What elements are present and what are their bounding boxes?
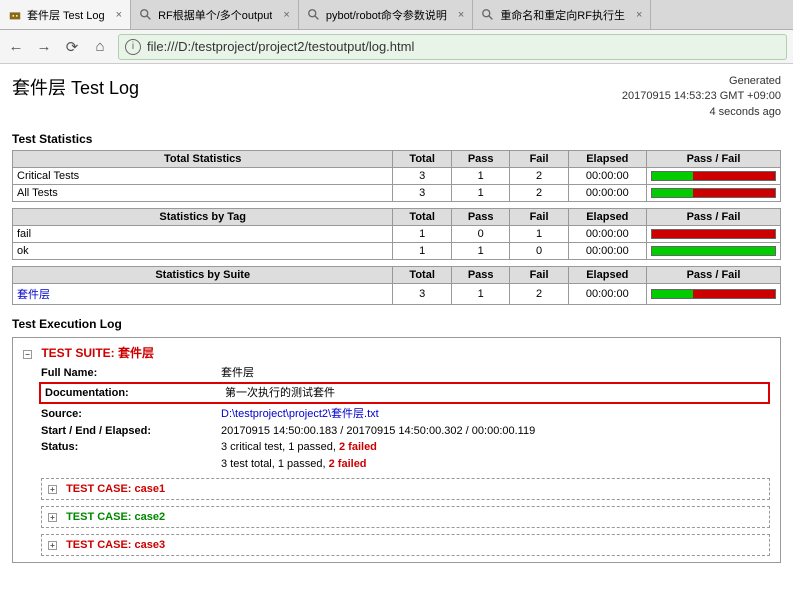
- url-bar[interactable]: i file:///D:/testproject/project2/testou…: [118, 34, 787, 60]
- documentation-highlight: Documentation: 第一次执行的测试套件: [39, 382, 770, 405]
- tag-statistics-table: Statistics by Tag Total Pass Fail Elapse…: [12, 208, 781, 260]
- test-suite-label: TEST SUITE:: [41, 346, 114, 360]
- info-icon[interactable]: i: [125, 39, 141, 55]
- browser-nav-bar: ← → ⟳ ⌂ i file:///D:/testproject/project…: [0, 30, 793, 64]
- browser-tab-strip: 套件层 Test Log × RF根据单个/多个output × pybot/r…: [0, 0, 793, 30]
- test-case-row[interactable]: + TEST CASE: case1: [41, 478, 770, 500]
- tab-title: RF根据单个/多个output: [158, 7, 272, 23]
- close-icon[interactable]: ×: [116, 9, 122, 21]
- tab-title: pybot/robot命令参数说明: [326, 7, 447, 23]
- collapse-icon[interactable]: −: [23, 350, 32, 359]
- browser-tab[interactable]: pybot/robot命令参数说明 ×: [299, 0, 473, 29]
- source-label: Source:: [41, 406, 221, 423]
- fullname-label: Full Name:: [41, 365, 221, 382]
- magnifier-icon: [139, 8, 153, 22]
- times-value: 20170915 14:50:00.183 / 20170915 14:50:0…: [221, 423, 770, 440]
- execution-log-panel: − TEST SUITE: 套件层 Full Name: 套件层 Documen…: [12, 337, 781, 563]
- table-row: All Tests 3 1 2 00:00:00: [13, 185, 781, 202]
- suite-link[interactable]: 套件层: [17, 289, 50, 301]
- close-icon[interactable]: ×: [458, 9, 464, 21]
- tab-title: 重命名和重定向RF执行生: [500, 7, 625, 23]
- test-statistics-heading: Test Statistics: [12, 132, 781, 146]
- source-link[interactable]: D:\testproject\project2\套件层.txt: [221, 408, 379, 420]
- forward-button[interactable]: →: [34, 37, 54, 57]
- table-row: ok 1 1 0 00:00:00: [13, 243, 781, 260]
- expand-icon[interactable]: +: [48, 485, 57, 494]
- back-button[interactable]: ←: [6, 37, 26, 57]
- test-case-row[interactable]: + TEST CASE: case2: [41, 506, 770, 528]
- documentation-label: Documentation:: [45, 385, 225, 402]
- magnifier-icon: [307, 8, 321, 22]
- browser-tab[interactable]: RF根据单个/多个output ×: [131, 0, 299, 29]
- passfail-bar: [651, 171, 776, 181]
- close-icon[interactable]: ×: [636, 9, 642, 21]
- total-statistics-table: Total Statistics Total Pass Fail Elapsed…: [12, 150, 781, 202]
- suite-statistics-table: Statistics by Suite Total Pass Fail Elap…: [12, 266, 781, 305]
- expand-icon[interactable]: +: [48, 541, 57, 550]
- home-button[interactable]: ⌂: [90, 37, 110, 57]
- magnifier-icon: [481, 8, 495, 22]
- status-label: Status:: [41, 439, 221, 472]
- passfail-bar: [651, 188, 776, 198]
- table-row: fail 1 0 1 00:00:00: [13, 226, 781, 243]
- passfail-bar: [651, 229, 776, 239]
- table-row: Critical Tests 3 1 2 00:00:00: [13, 168, 781, 185]
- passfail-bar: [651, 246, 776, 256]
- test-suite-name[interactable]: 套件层: [118, 346, 154, 360]
- status-value: 3 critical test, 1 passed, 2 failed 3 te…: [221, 439, 770, 472]
- reload-button[interactable]: ⟳: [62, 37, 82, 57]
- url-text: file:///D:/testproject/project2/testoutp…: [147, 39, 414, 54]
- execution-log-heading: Test Execution Log: [12, 317, 781, 331]
- documentation-value: 第一次执行的测试套件: [225, 385, 766, 402]
- robot-icon: [8, 8, 22, 22]
- passfail-bar: [651, 289, 776, 299]
- page-title: 套件层 Test Log: [12, 74, 139, 100]
- browser-tab[interactable]: 套件层 Test Log ×: [0, 0, 131, 29]
- expand-icon[interactable]: +: [48, 513, 57, 522]
- table-row: 套件层 3 1 2 00:00:00: [13, 284, 781, 305]
- close-icon[interactable]: ×: [283, 9, 289, 21]
- browser-tab[interactable]: 重命名和重定向RF执行生 ×: [473, 0, 651, 29]
- test-case-row[interactable]: + TEST CASE: case3: [41, 534, 770, 556]
- times-label: Start / End / Elapsed:: [41, 423, 221, 440]
- fullname-value: 套件层: [221, 365, 770, 382]
- generated-info: Generated 20170915 14:53:23 GMT +09:00 4…: [622, 74, 781, 120]
- tab-title: 套件层 Test Log: [27, 7, 105, 23]
